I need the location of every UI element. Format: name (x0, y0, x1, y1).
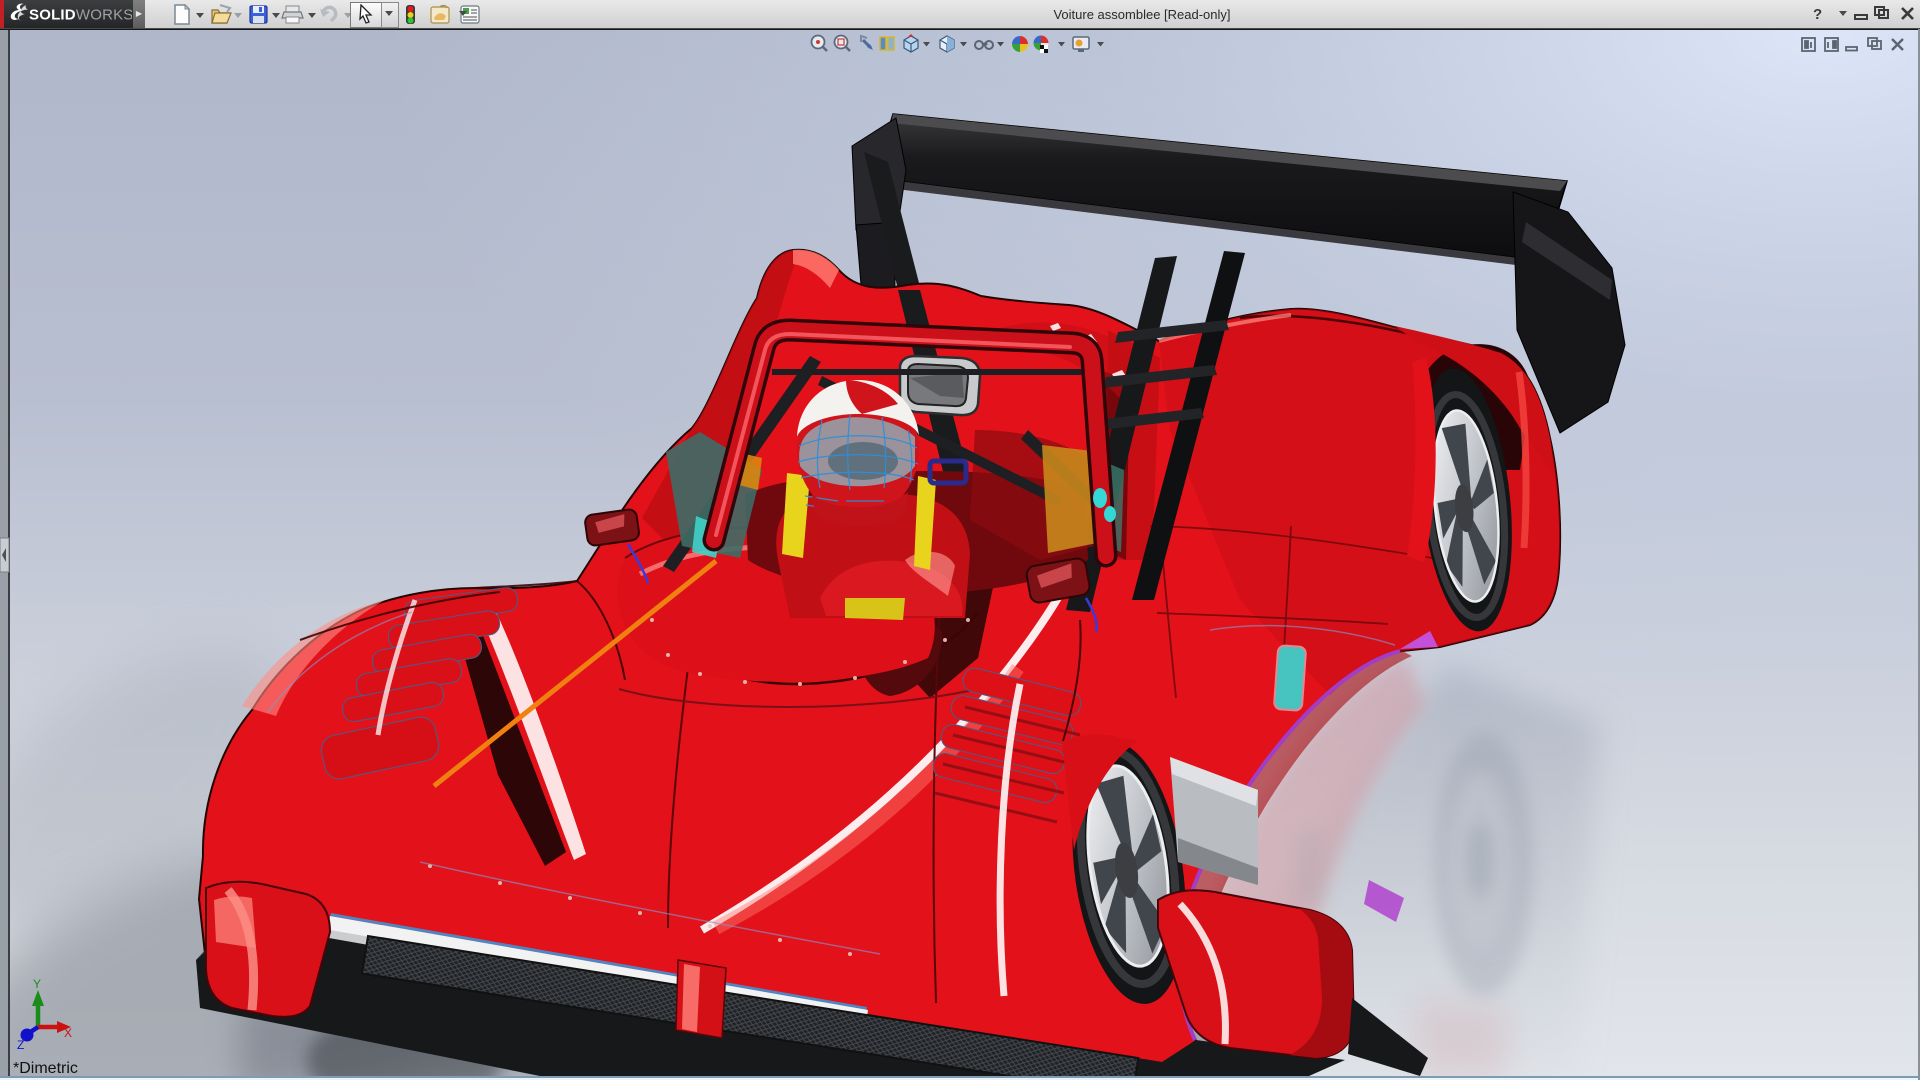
svg-text:Y: Y (33, 977, 41, 991)
svg-text:Z: Z (17, 1038, 24, 1052)
svg-text:SOLIDWORKS: SOLIDWORKS (29, 7, 132, 24)
svg-text:?: ? (1813, 6, 1822, 23)
svg-text:X: X (64, 1026, 72, 1040)
